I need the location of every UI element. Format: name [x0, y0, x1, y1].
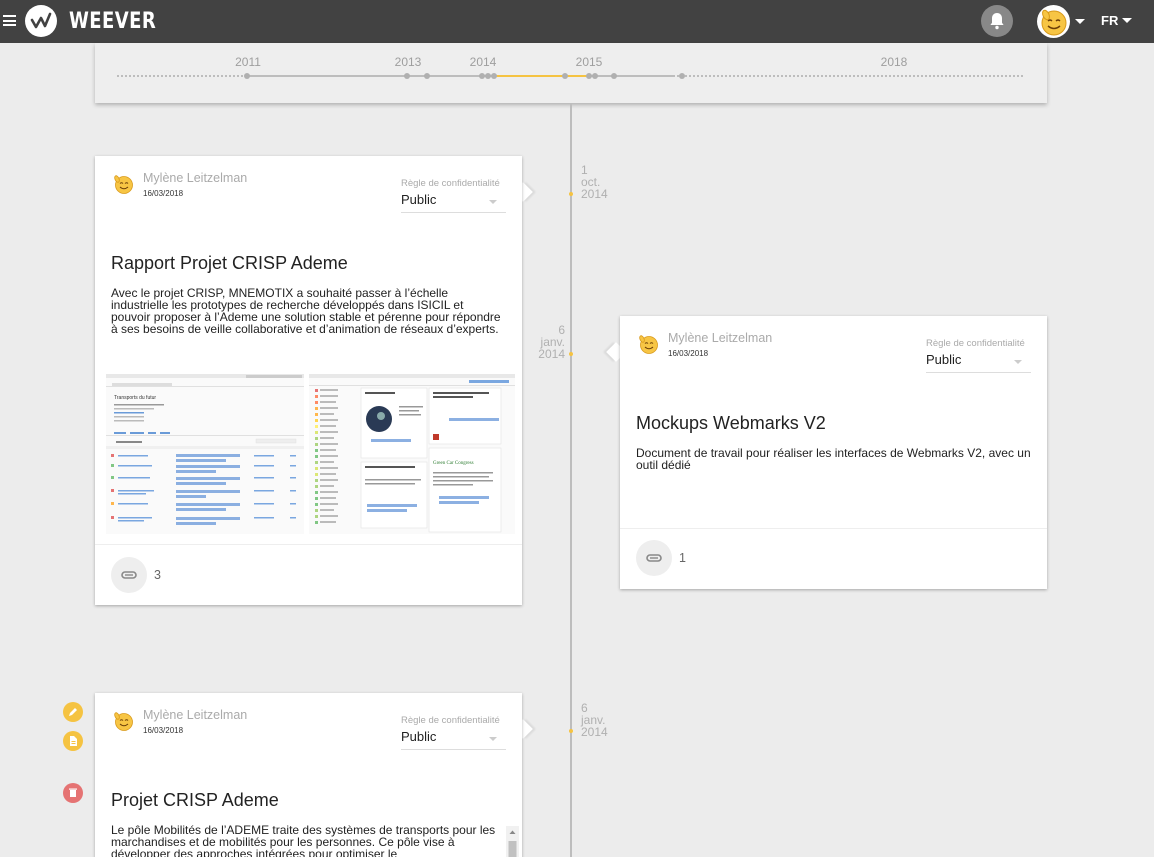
publish-date: 16/03/2018: [143, 189, 184, 198]
description-scrollbar[interactable]: [506, 826, 519, 857]
confidentiality-label: Règle de confidentialité: [401, 715, 500, 726]
timeline-marker[interactable]: [592, 73, 598, 79]
card-title[interactable]: Rapport Projet CRISP Ademe: [111, 253, 348, 274]
author-name[interactable]: Mylène Leitzelman: [143, 708, 247, 722]
delete-trash-icon[interactable]: [63, 783, 83, 803]
timeline-marker[interactable]: [562, 73, 568, 79]
author-name[interactable]: Mylène Leitzelman: [668, 331, 772, 345]
confidentiality-dropdown-icon[interactable]: [1014, 360, 1022, 364]
confidentiality-dropdown-icon[interactable]: [489, 737, 497, 741]
confidentiality-select[interactable]: Public: [401, 192, 436, 207]
entry-date: 6 janv. 2014: [538, 323, 565, 361]
hamburger-menu-icon[interactable]: [3, 15, 16, 26]
attachment-count: 3: [154, 568, 161, 582]
author-avatar: [637, 333, 659, 355]
timeline-marker[interactable]: [491, 73, 497, 79]
confidentiality-label: Règle de confidentialité: [926, 338, 1025, 349]
timeline-marker[interactable]: [424, 73, 430, 79]
select-underline: [926, 372, 1031, 373]
author-avatar: [112, 710, 134, 732]
select-underline: [401, 749, 506, 750]
entry-date: 1 oct. 2014: [581, 163, 608, 201]
confidentiality-select[interactable]: Public: [926, 352, 961, 367]
confidentiality-dropdown-icon[interactable]: [489, 200, 497, 204]
notifications-bell-icon[interactable]: [981, 5, 1013, 37]
card-divider: [620, 528, 1047, 529]
confidentiality-select[interactable]: Public: [401, 729, 436, 744]
brand-name[interactable]: WEEVER: [69, 9, 156, 34]
card-divider: [95, 544, 522, 545]
top-bar: WEEVER FR: [0, 0, 1154, 43]
timeline-card[interactable]: Mylène Leitzelman 16/03/2018 Règle de co…: [95, 693, 522, 857]
card-description: Avec le projet CRISP, MNEMOTIX a souhait…: [111, 286, 501, 336]
user-avatar[interactable]: [1037, 5, 1070, 38]
timeline-selected-range[interactable]: [497, 75, 587, 77]
select-underline: [401, 212, 506, 213]
publish-date: 16/03/2018: [668, 349, 709, 358]
document-icon[interactable]: [63, 731, 83, 751]
timeline-navigator[interactable]: 2011 2013 2014 2015 2018: [95, 43, 1047, 103]
timeline-year[interactable]: 2015: [576, 55, 603, 69]
timeline-marker[interactable]: [611, 73, 617, 79]
publish-date: 16/03/2018: [143, 726, 184, 735]
thumbnail-title: Transports du futur: [114, 395, 156, 401]
timeline-year[interactable]: 2014: [470, 55, 497, 69]
weever-logo-icon[interactable]: [25, 5, 57, 37]
edit-pencil-icon[interactable]: [63, 702, 83, 722]
card-description: Le pôle Mobilités de l’ADEME traite des …: [111, 824, 496, 857]
user-menu-chevron-down-icon[interactable]: [1075, 19, 1085, 24]
timeline-year[interactable]: 2011: [235, 55, 261, 69]
card-title[interactable]: Projet CRISP Ademe: [111, 790, 279, 811]
author-name[interactable]: Mylène Leitzelman: [143, 171, 247, 185]
axis-marker: [569, 729, 573, 733]
attachment-paperclip-icon[interactable]: [111, 557, 147, 593]
timeline-year[interactable]: 2018: [881, 55, 908, 69]
timeline-card[interactable]: Mylène Leitzelman 16/03/2018 Règle de co…: [95, 156, 522, 605]
language-chevron-down-icon[interactable]: [1122, 18, 1132, 23]
language-selector[interactable]: FR: [1101, 13, 1118, 28]
author-avatar: [112, 173, 134, 195]
attachment-preview[interactable]: Transports du futur: [106, 374, 304, 534]
confidentiality-label: Règle de confidentialité: [401, 178, 500, 189]
timeline-marker[interactable]: [404, 73, 410, 79]
timeline-marker[interactable]: [244, 73, 250, 79]
thumbnail-title: Green Car Congress: [433, 461, 474, 466]
timeline-card[interactable]: Mylène Leitzelman 16/03/2018 Règle de co…: [620, 316, 1047, 589]
entry-date: 6 janv. 2014: [581, 701, 608, 739]
attachment-paperclip-icon[interactable]: [636, 540, 672, 576]
attachment-preview[interactable]: Green Car Congress: [309, 374, 515, 534]
timeline-marker[interactable]: [679, 73, 685, 79]
card-title[interactable]: Mockups Webmarks V2: [636, 413, 826, 434]
attachment-count: 1: [679, 551, 686, 565]
axis-marker: [569, 192, 573, 196]
timeline-axis: [570, 103, 572, 857]
card-description: Document de travail pour réaliser les in…: [636, 446, 1031, 472]
axis-marker: [569, 352, 573, 356]
timeline-year[interactable]: 2013: [395, 55, 422, 69]
